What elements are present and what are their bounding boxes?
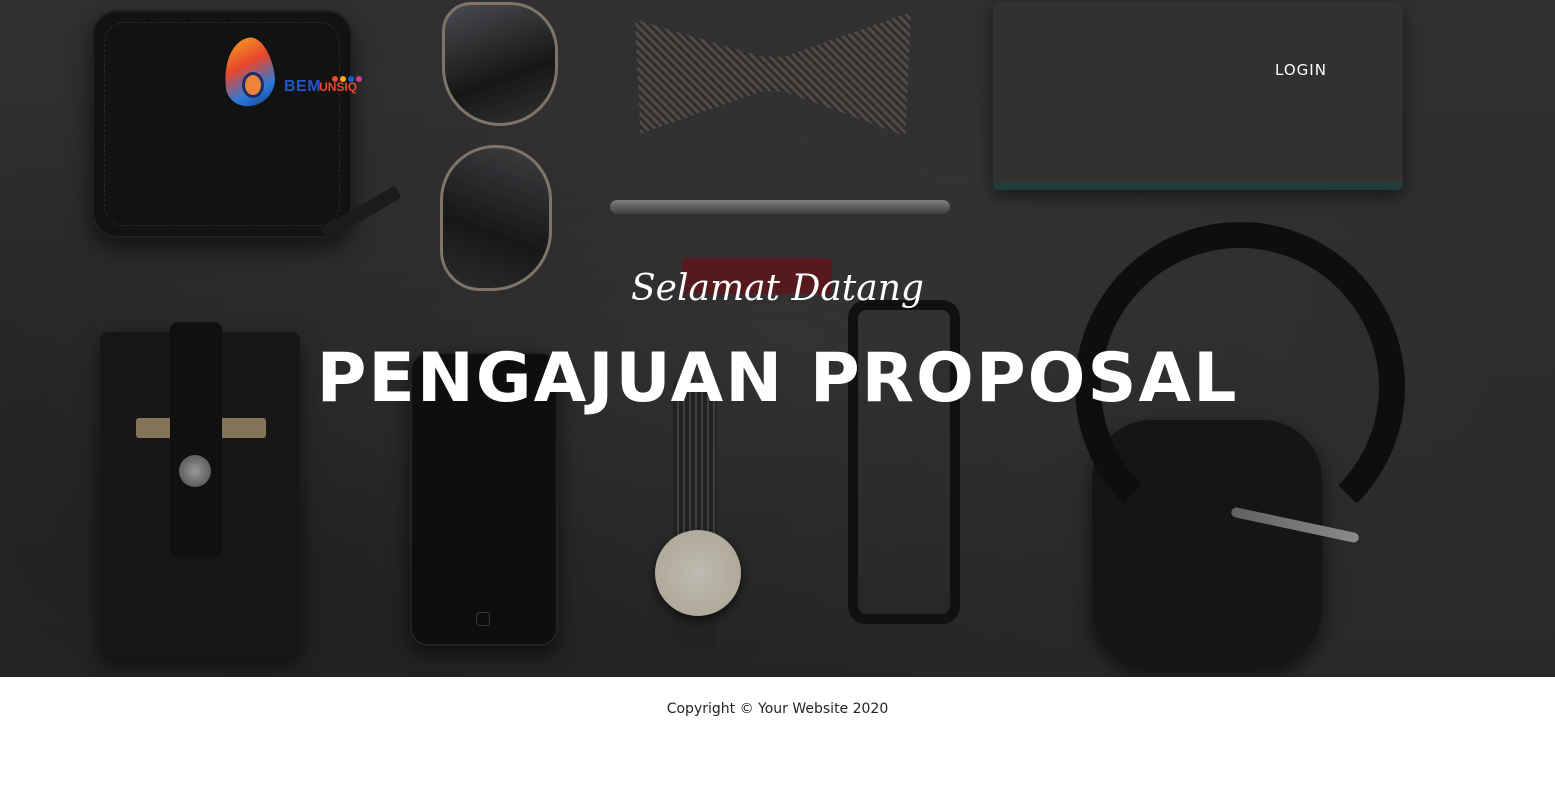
logo-text-unsiq: UNSIQ: [319, 80, 358, 94]
footer: Copyright © Your Website 2020: [0, 677, 1555, 797]
hero-subheading: Selamat Datang: [631, 268, 924, 309]
copyright-text: Copyright © Your Website 2020: [666, 701, 889, 717]
hero-masthead: BEMUNSIQ LOGIN Selamat Datang PENGAJUAN …: [0, 0, 1555, 677]
hero-heading: PENGAJUAN PROPOSAL: [316, 339, 1239, 418]
logo-text-bem: BEM: [284, 78, 322, 95]
logo-dots-icon: [332, 76, 362, 82]
login-link[interactable]: LOGIN: [1262, 56, 1340, 84]
logo-flame-icon: [219, 34, 282, 110]
brand-logo[interactable]: BEMUNSIQ: [219, 34, 362, 110]
